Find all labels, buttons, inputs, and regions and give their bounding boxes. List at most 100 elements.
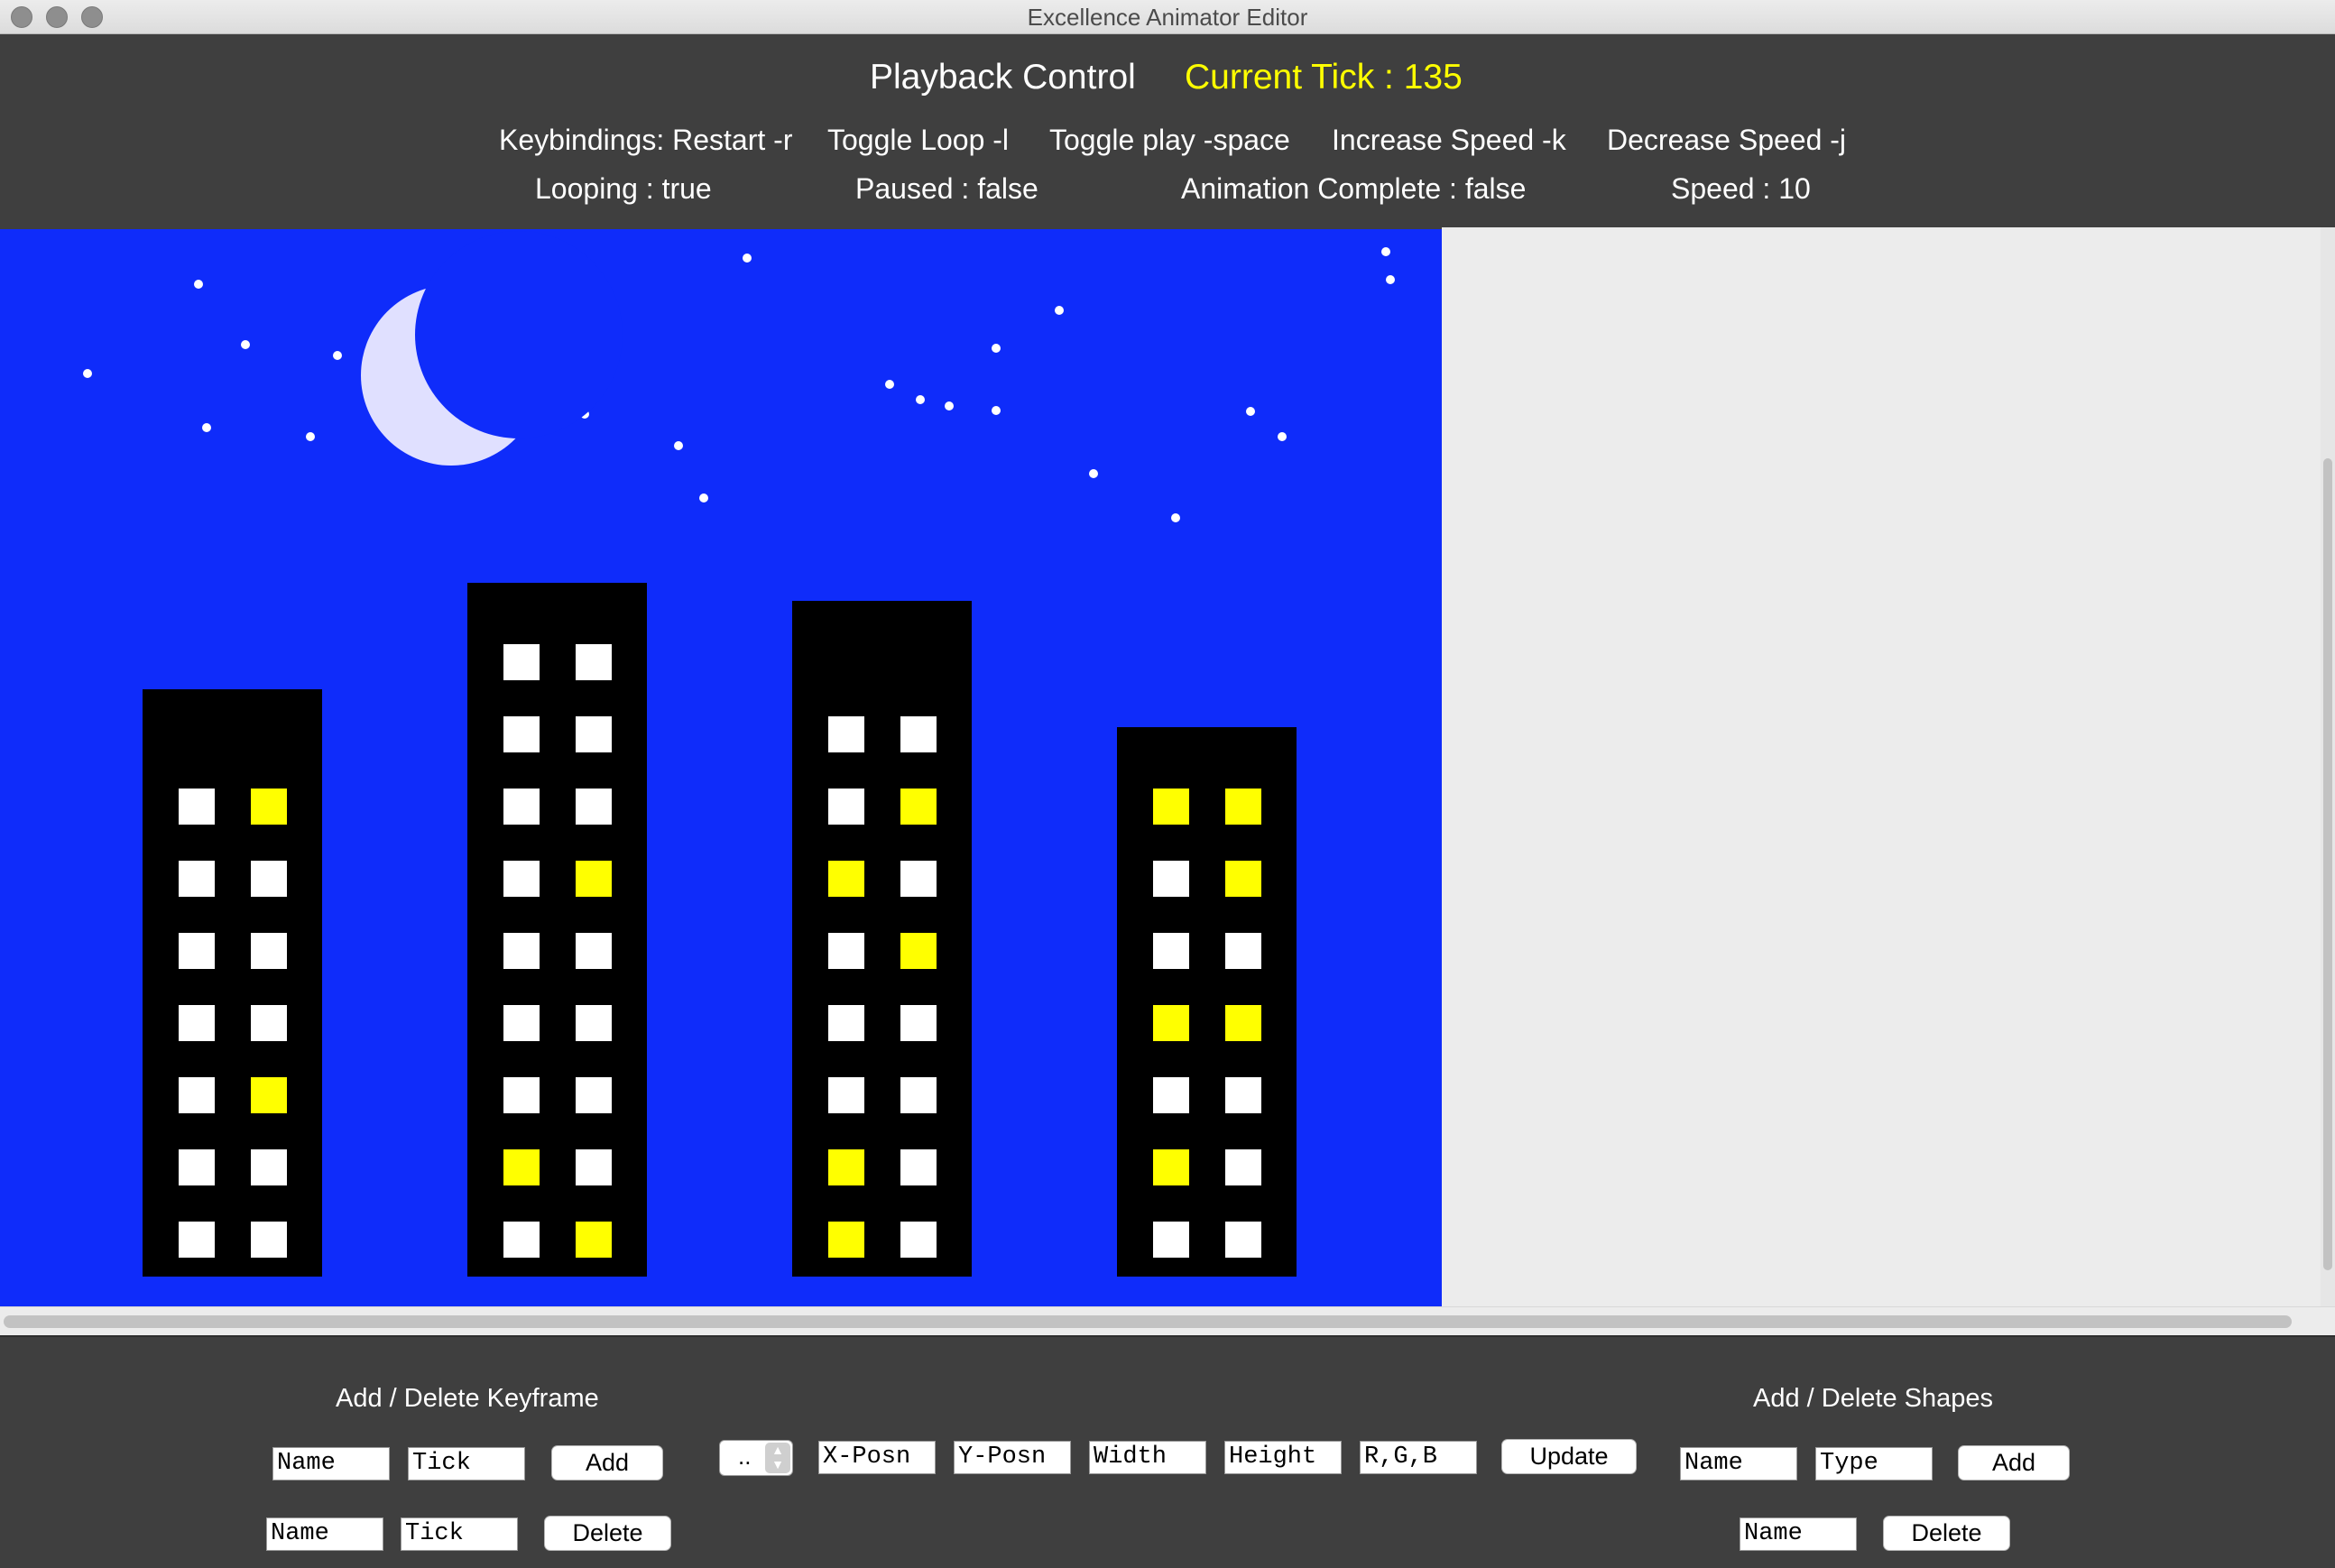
shapes-section-title: Add / Delete Shapes — [1753, 1384, 1994, 1413]
add-shape-button[interactable]: Add — [1958, 1445, 2070, 1480]
star — [916, 395, 925, 404]
star — [945, 401, 954, 410]
star — [83, 369, 92, 378]
window-unlit — [179, 1149, 215, 1185]
keybinding-toggle-loop: Toggle Loop -l — [827, 124, 1010, 156]
status-animation-complete: Animation Complete : false — [1181, 172, 1527, 205]
window-unlit — [251, 1149, 287, 1185]
window-lit — [900, 933, 937, 969]
building — [792, 601, 972, 1277]
star — [885, 380, 894, 389]
star — [992, 344, 1001, 353]
keybinding-restart: Keybindings: Restart -r — [499, 124, 793, 156]
window-unlit — [576, 644, 612, 680]
window-unlit — [251, 1222, 287, 1258]
spinner-arrows-icon[interactable]: ▲ ▼ — [765, 1443, 790, 1473]
editor-panel: Add / Delete Keyframe Name Tick Add Name… — [0, 1335, 2335, 1568]
delete-shape-button[interactable]: Delete — [1883, 1516, 2010, 1551]
window-lit — [900, 789, 937, 825]
star — [1055, 306, 1064, 315]
window-lit — [251, 789, 287, 825]
window-unlit — [1225, 1149, 1261, 1185]
playback-control-panel: Playback Control Current Tick : 135 Keyb… — [0, 34, 2335, 227]
star — [1386, 275, 1395, 284]
window-unlit — [576, 1077, 612, 1113]
delete-keyframe-button[interactable]: Delete — [544, 1516, 671, 1551]
window-unlit — [503, 644, 540, 680]
status-speed: Speed : 10 — [1671, 172, 1811, 205]
star — [699, 493, 708, 503]
window-unlit — [576, 789, 612, 825]
window-unlit — [179, 1077, 215, 1113]
keyframe-delete-tick-field[interactable]: Tick — [401, 1517, 518, 1551]
window-lit — [503, 1149, 540, 1185]
window-unlit — [900, 716, 937, 752]
keyframe-section-title: Add / Delete Keyframe — [336, 1384, 599, 1413]
star — [1246, 407, 1255, 416]
window-lit — [828, 1149, 864, 1185]
window-lit — [576, 861, 612, 897]
star — [241, 340, 250, 349]
keyframe-add-name-field[interactable]: Name — [272, 1447, 390, 1480]
star — [743, 254, 752, 263]
window-unlit — [1225, 1077, 1261, 1113]
window-unlit — [251, 861, 287, 897]
horizontal-scrollbar[interactable] — [0, 1306, 2335, 1335]
shape-delete-name-field[interactable]: Name — [1740, 1517, 1857, 1551]
window-unlit — [576, 1149, 612, 1185]
add-keyframe-button[interactable]: Add — [551, 1445, 663, 1480]
window-lit — [828, 1222, 864, 1258]
window-lit — [1225, 861, 1261, 897]
vertical-scrollbar-thumb[interactable] — [2323, 458, 2332, 1270]
window-title: Excellence Animator Editor — [1027, 4, 1308, 31]
keyframe-delete-name-field[interactable]: Name — [266, 1517, 383, 1551]
window-lit — [1225, 1005, 1261, 1041]
star — [992, 406, 1001, 415]
window-unlit — [179, 933, 215, 969]
window-unlit — [900, 1222, 937, 1258]
window-unlit — [503, 789, 540, 825]
x-position-field[interactable]: X-Posn — [818, 1441, 936, 1474]
window-unlit — [179, 1222, 215, 1258]
window-unlit — [503, 861, 540, 897]
window-unlit — [503, 716, 540, 752]
height-field[interactable]: Height — [1224, 1441, 1342, 1474]
current-tick-label: Current Tick : 135 — [1185, 58, 1463, 97]
window-unlit — [576, 716, 612, 752]
star — [202, 423, 211, 432]
window-lit — [1225, 789, 1261, 825]
window-unlit — [179, 1005, 215, 1041]
horizontal-scrollbar-thumb[interactable] — [4, 1315, 2292, 1328]
window-unlit — [251, 1005, 287, 1041]
window-unlit — [900, 861, 937, 897]
update-keyframe-button[interactable]: Update — [1501, 1439, 1637, 1474]
window-unlit — [828, 1005, 864, 1041]
keyframe-add-tick-field[interactable]: Tick — [408, 1447, 525, 1480]
shape-type-field[interactable]: Type — [1815, 1447, 1933, 1480]
star — [674, 441, 683, 450]
window-unlit — [1225, 933, 1261, 969]
window-lit — [251, 1077, 287, 1113]
canvas-background — [1442, 227, 2335, 1306]
window-unlit — [900, 1005, 937, 1041]
rgb-color-field[interactable]: R,G,B — [1360, 1441, 1477, 1474]
building — [1117, 727, 1297, 1277]
keybinding-toggle-play: Toggle play -space — [1049, 124, 1290, 156]
window-unlit — [1225, 1222, 1261, 1258]
window-unlit — [503, 1077, 540, 1113]
window-title-bar: Excellence Animator Editor — [0, 0, 2335, 34]
window-unlit — [900, 1077, 937, 1113]
window-unlit — [1153, 933, 1189, 969]
y-position-field[interactable]: Y-Posn — [954, 1441, 1071, 1474]
window-unlit — [179, 861, 215, 897]
window-unlit — [1153, 861, 1189, 897]
window-unlit — [503, 1222, 540, 1258]
width-field[interactable]: Width — [1089, 1441, 1206, 1474]
vertical-scrollbar[interactable] — [2321, 227, 2335, 1306]
window-unlit — [1153, 1222, 1189, 1258]
shape-add-name-field[interactable]: Name — [1680, 1447, 1797, 1480]
spinner-value: .. — [738, 1443, 752, 1470]
window-unlit — [179, 789, 215, 825]
keyframe-select-spinner[interactable]: .. ▲ ▼ — [719, 1440, 793, 1476]
moon-shadow — [415, 231, 623, 438]
